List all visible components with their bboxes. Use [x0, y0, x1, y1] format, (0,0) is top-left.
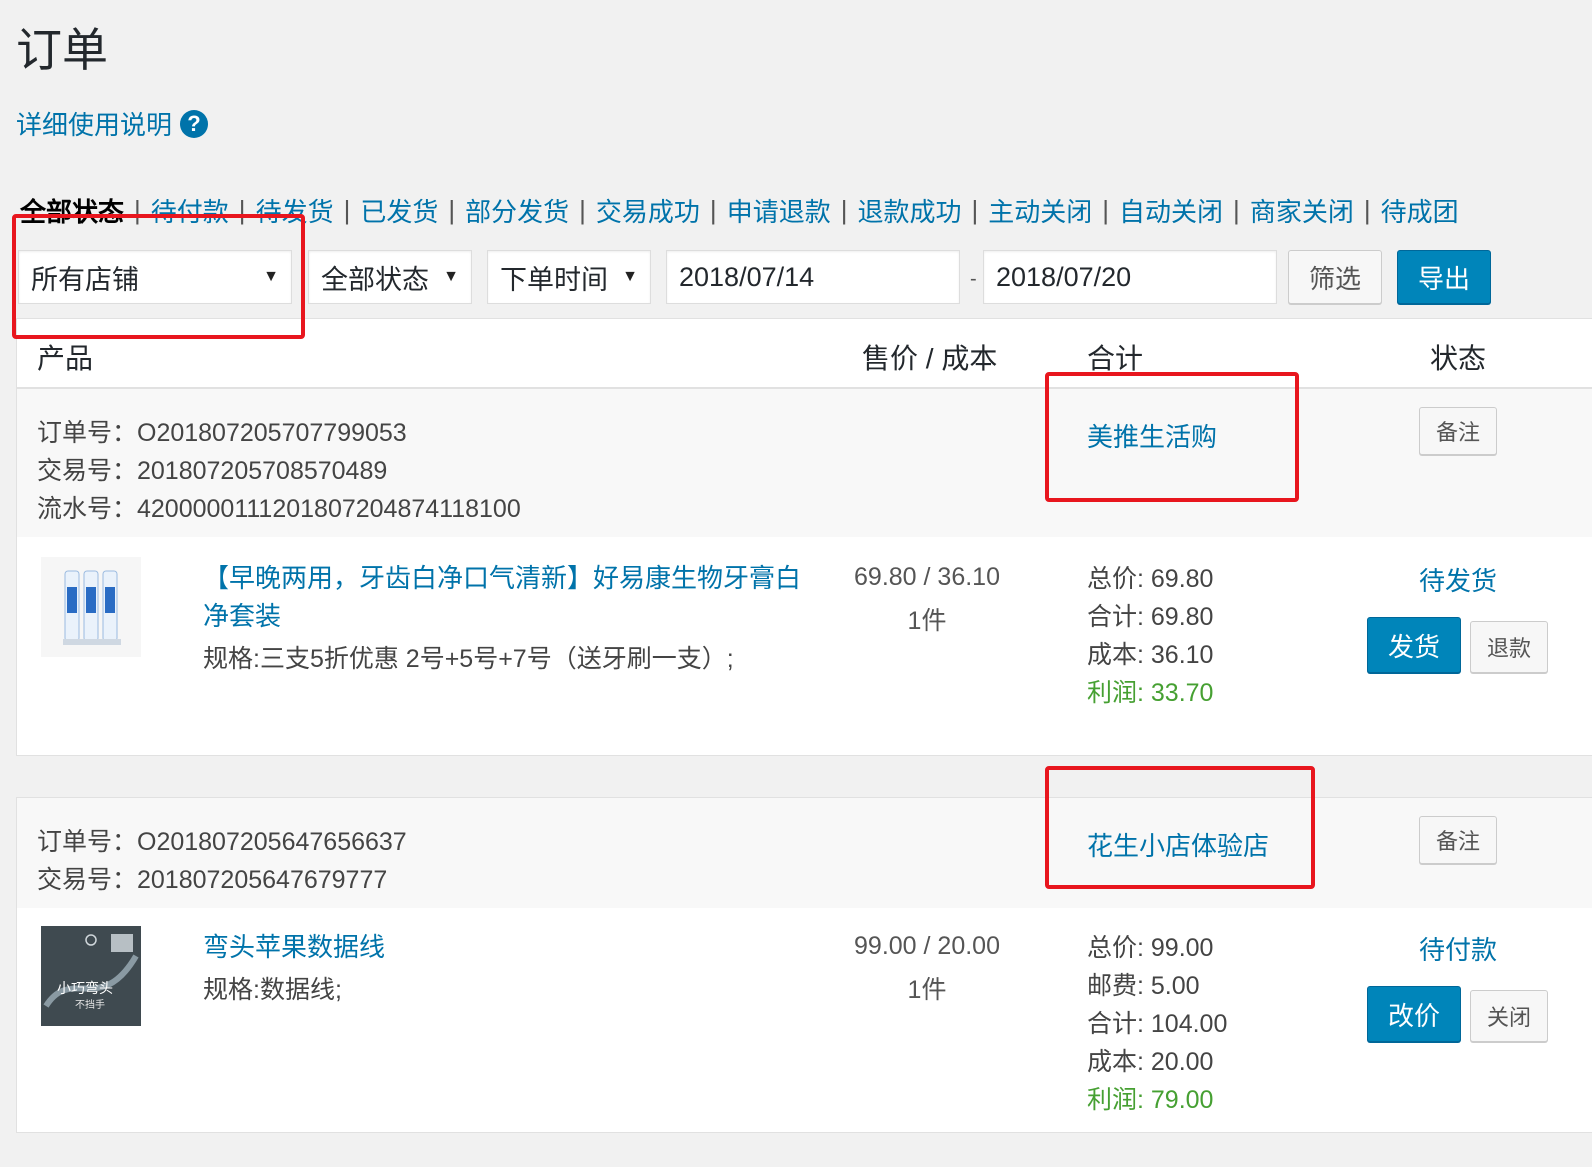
summary-line: 合计: 104.00	[1087, 1010, 1228, 1038]
refund-button[interactable]: 退款	[1470, 621, 1548, 673]
column-status: 状态	[1430, 343, 1487, 374]
status-tabs: 全部状态 | 待付款 | 待发货 | 已发货 | 部分发货 | 交易成功 | 申请退款 | 退…	[20, 192, 1459, 229]
page-title: 订单	[16, 24, 108, 76]
tab-shipped[interactable]: 已发货	[360, 192, 438, 229]
summary-line: 总价: 99.00	[1087, 934, 1214, 962]
dropdown-arrow-icon: ▼	[263, 268, 279, 285]
summary-line: 成本: 20.00	[1087, 1048, 1214, 1076]
serial-number: 流水号：4200000111201807204874118100	[37, 495, 521, 523]
time-select-value: 下单时间	[500, 264, 608, 295]
date-to-input[interactable]: 2018/07/20	[983, 250, 1277, 304]
product-title-link[interactable]: 【早晚两用，牙齿白净口气清新】好易康生物牙膏白净套装	[203, 559, 803, 635]
store-select[interactable]: 所有店铺 ▼	[18, 250, 292, 304]
dropdown-arrow-icon: ▼	[622, 268, 638, 285]
filter-button[interactable]: 筛选	[1288, 250, 1382, 304]
time-select[interactable]: 下单时间 ▼	[487, 250, 651, 304]
profit-line: 利润: 79.00	[1087, 1086, 1214, 1114]
order-header: 订单号：O201807205647656637 交易号：201807205647…	[17, 798, 1592, 908]
summary-line: 合计: 69.80	[1087, 603, 1214, 631]
product-spec: 规格:三支5折优惠 2号+5号+7号（送牙刷一支）;	[203, 645, 734, 673]
order-status-link[interactable]: 待付款	[1419, 930, 1497, 967]
summary-line: 邮费: 5.00	[1087, 972, 1200, 1000]
status-select-value: 全部状态	[321, 264, 429, 295]
help-link-label: 详细使用说明	[16, 110, 173, 140]
tab-all-status[interactable]: 全部状态	[20, 192, 124, 229]
thumb-subcaption: 不挡手	[75, 1000, 105, 1011]
order-number: 订单号：O201807205647656637	[37, 828, 407, 856]
help-link[interactable]: 详细使用说明 ?	[16, 105, 209, 142]
order-card: 订单号：O201807205647656637 交易号：201807205647…	[16, 797, 1592, 1133]
column-product: 产品	[37, 343, 94, 374]
summary-line: 成本: 36.10	[1087, 641, 1214, 669]
column-price-cost: 售价 / 成本	[862, 343, 998, 374]
question-circle-icon: ?	[180, 109, 209, 138]
order-card: 订单号：O201807205707799053 交易号：201807205708…	[16, 388, 1592, 756]
quantity: 1件	[907, 607, 947, 635]
ship-button[interactable]: 发货	[1367, 617, 1461, 673]
price-cost: 69.80 / 36.10	[854, 563, 1000, 591]
status-select[interactable]: 全部状态 ▼	[308, 250, 472, 304]
trade-number: 交易号：201807205647679777	[37, 866, 388, 894]
note-button[interactable]: 备注	[1419, 816, 1497, 864]
product-spec: 规格:数据线;	[203, 976, 342, 1004]
close-order-button[interactable]: 关闭	[1470, 990, 1548, 1042]
note-button[interactable]: 备注	[1419, 407, 1497, 455]
tab-partial-shipped[interactable]: 部分发货	[465, 192, 569, 229]
tab-auto-closed[interactable]: 自动关闭	[1119, 192, 1223, 229]
quantity: 1件	[907, 976, 947, 1004]
change-price-button[interactable]: 改价	[1367, 986, 1461, 1042]
order-header: 订单号：O201807205707799053 交易号：201807205708…	[17, 389, 1592, 537]
trade-number: 交易号：201807205708570489	[37, 457, 388, 485]
tab-completed[interactable]: 交易成功	[596, 192, 700, 229]
export-button[interactable]: 导出	[1397, 250, 1491, 304]
summary-line: 总价: 69.80	[1087, 565, 1214, 593]
tab-pending-group[interactable]: 待成团	[1381, 192, 1459, 229]
orders-table-header: 产品 售价 / 成本 合计 状态	[16, 318, 1592, 388]
shop-link[interactable]: 美推生活购	[1087, 417, 1217, 454]
store-select-value: 所有店铺	[31, 264, 139, 295]
date-separator: -	[970, 268, 977, 290]
order-number: 订单号：O201807205707799053	[37, 419, 407, 447]
tab-to-ship[interactable]: 待发货	[256, 192, 334, 229]
tab-refund-requested[interactable]: 申请退款	[727, 192, 831, 229]
dropdown-arrow-icon: ▼	[443, 268, 459, 285]
product-thumbnail[interactable]	[41, 557, 141, 657]
tab-refunded[interactable]: 退款成功	[857, 192, 961, 229]
order-status-link[interactable]: 待发货	[1419, 561, 1497, 598]
column-total: 合计	[1087, 343, 1144, 374]
price-cost: 99.00 / 20.00	[854, 932, 1000, 960]
date-from-input[interactable]: 2018/07/14	[666, 250, 960, 304]
product-title-link[interactable]: 弯头苹果数据线	[203, 928, 803, 966]
profit-line: 利润: 33.70	[1087, 679, 1214, 707]
tab-manual-closed[interactable]: 主动关闭	[988, 192, 1092, 229]
shop-link[interactable]: 花生小店体验店	[1087, 826, 1269, 863]
thumb-caption: 小巧弯头	[57, 981, 113, 997]
tab-pending-payment[interactable]: 待付款	[151, 192, 229, 229]
product-thumbnail[interactable]: 小巧弯头 不挡手	[41, 926, 141, 1026]
tab-merchant-closed[interactable]: 商家关闭	[1250, 192, 1354, 229]
